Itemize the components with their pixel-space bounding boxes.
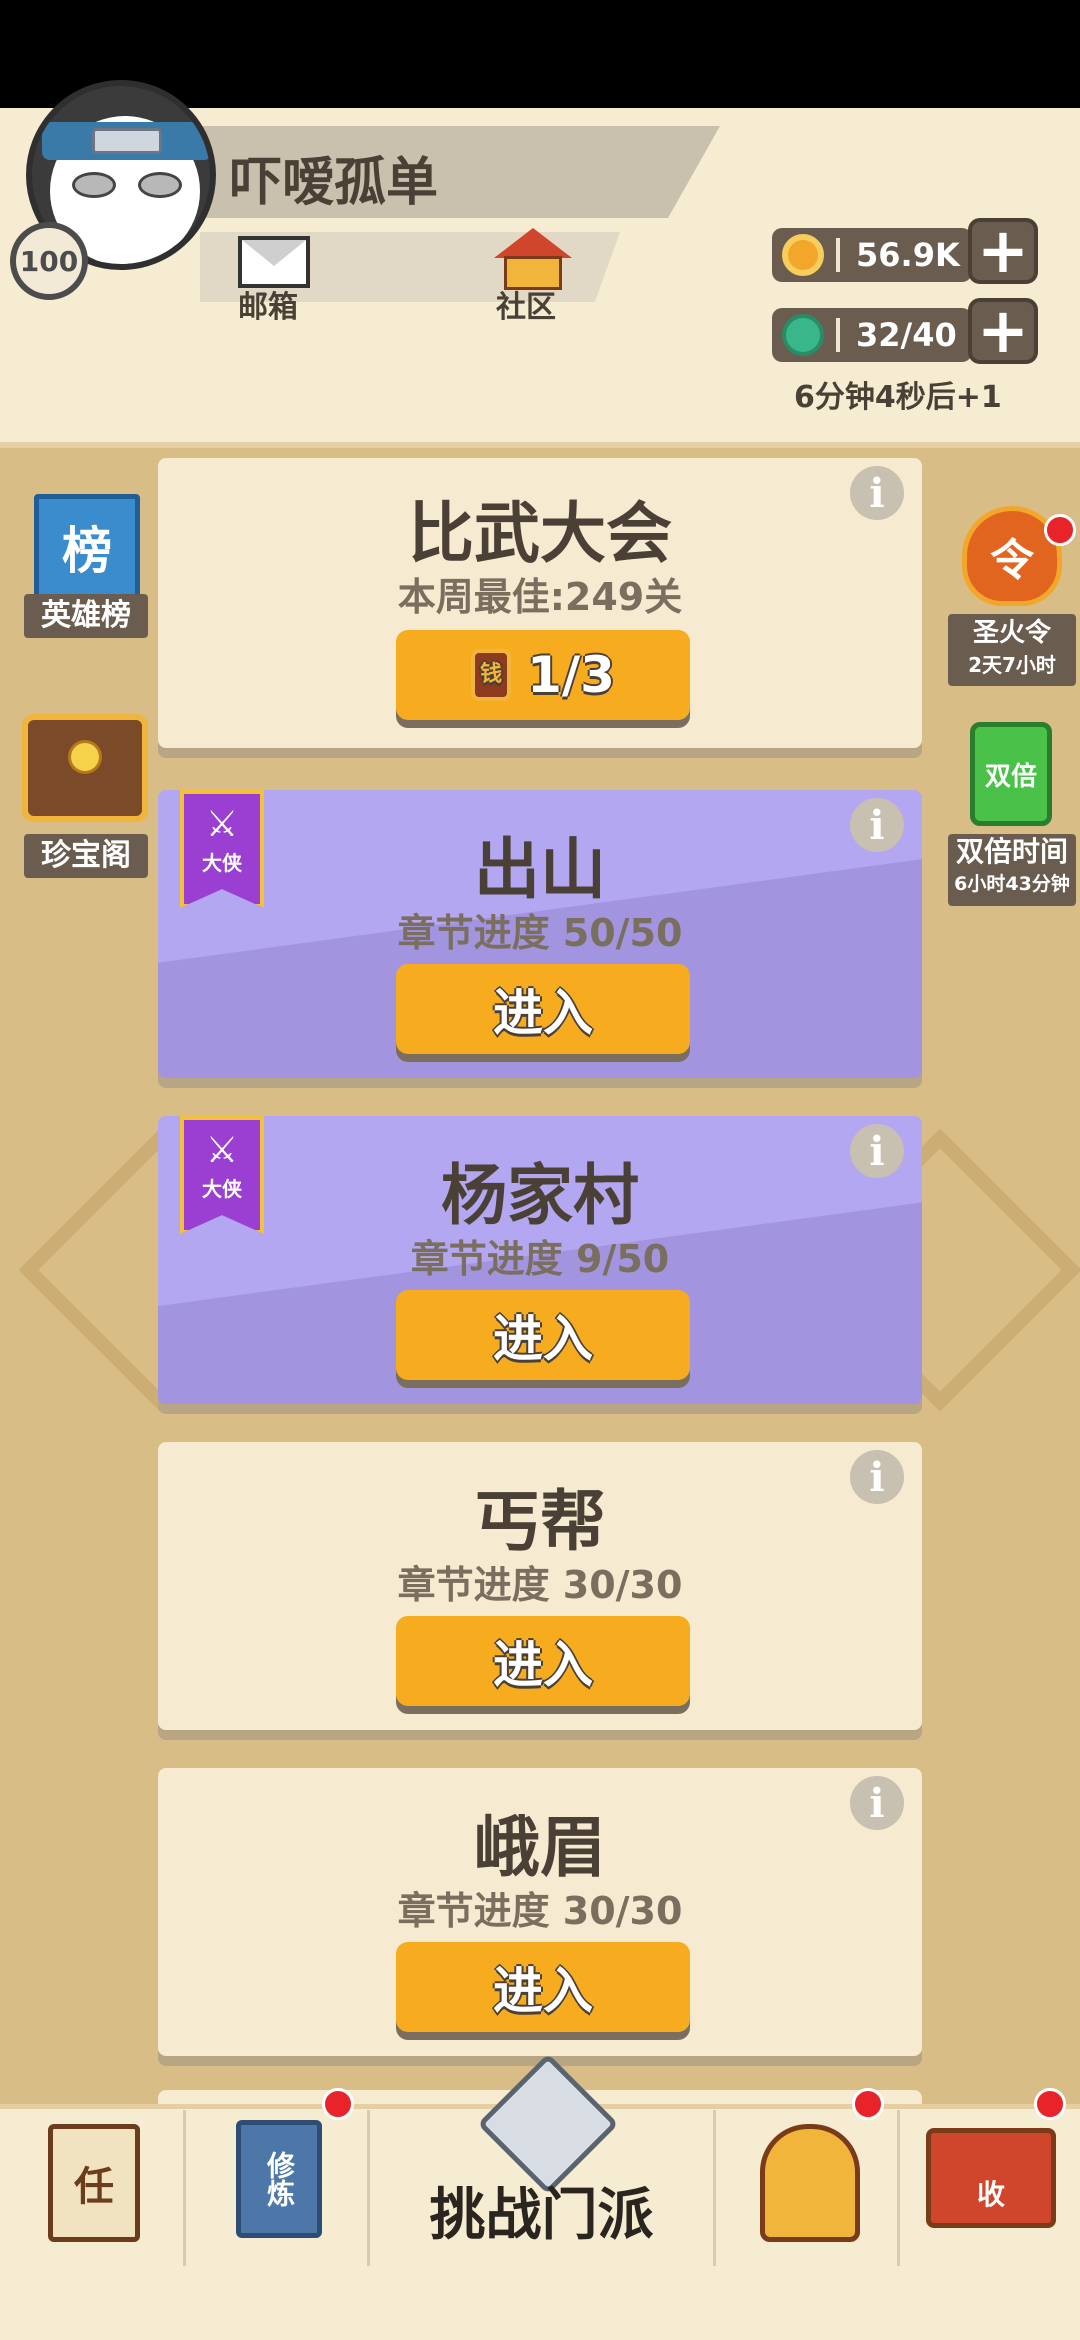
leaderboard-label[interactable]: 英雄榜 [24,594,148,638]
card-subtitle: 章节进度 30/30 [397,1563,683,1607]
fire-token-time: 2天7小时 [968,653,1056,677]
double-time-icon[interactable]: 双倍 [970,722,1052,826]
card-title: 丐帮 [474,1483,606,1560]
card-title: 出山 [474,831,606,908]
helmet-icon [760,2124,860,2242]
regen-timer: 6分钟4秒后+1 [794,380,1002,415]
gold-counter: 56.9K [772,228,972,282]
notification-dot [1044,514,1076,546]
community-roof [494,228,572,258]
card-title: 杨家村 [441,1157,639,1234]
avatar-eye-right [138,172,182,198]
nav-equipment[interactable] [716,2110,900,2266]
training-book-icon: 修炼 [236,2120,322,2238]
bottom-nav: 任 修炼 挑战门派 收 [0,2053,1080,2266]
player-name: 吓嗳孤单 [230,153,439,213]
notification-dot [852,2088,884,2120]
add-gold-button[interactable]: + [968,218,1038,284]
treasure-chest-icon[interactable] [22,714,148,822]
coin-icon [782,234,824,276]
enter-button[interactable]: 进入 [396,964,690,1054]
arena-attempts-button[interactable]: 钱 1/3 [396,630,690,720]
chapter-card: ⚔ 大侠 i 出山 章节进度 50/50 进入 [158,790,922,1078]
fire-token-label-box[interactable]: 圣火令 2天7小时 [948,614,1076,686]
token-icon: 钱 [471,649,512,701]
gem-counter: 32/40 [772,308,972,362]
fire-token-label: 圣火令 [972,618,1051,648]
card-title: 比武大会 [408,495,672,572]
mail-label[interactable]: 邮箱 [238,282,298,326]
community-label[interactable]: 社区 [496,282,556,326]
double-time-remaining: 6小时43分钟 [954,873,1070,895]
shop-stall-icon: 收 [926,2128,1056,2228]
double-time-label: 双倍时间 [955,835,1068,868]
arena-card: i 比武大会 本周最佳:249关 钱 1/3 [158,458,922,748]
card-title: 峨眉 [474,1809,606,1886]
treasure-label[interactable]: 珍宝阁 [24,834,148,878]
nav-challenge-sect[interactable]: 挑战门派 [370,2053,716,2266]
card-subtitle: 本周最佳:249关 [397,575,683,619]
mail-icon[interactable] [238,236,310,288]
card-subtitle: 章节进度 50/50 [397,911,683,955]
avatar-eye-left [72,172,116,198]
chapter-card: ⚔ 大侠 i 杨家村 章节进度 9/50 进入 [158,1116,922,1404]
separator [836,318,840,352]
attempts-count: 1/3 [527,646,615,704]
nav-training[interactable]: 修炼 [186,2110,370,2266]
leaderboard-icon[interactable]: 榜 [34,494,140,600]
headband-plate [92,128,162,154]
enter-button[interactable]: 进入 [396,1290,690,1380]
gem-icon [782,314,824,356]
gem-amount: 32/40 [856,316,957,354]
chapter-card: i 丐帮 章节进度 30/30 进入 [158,1442,922,1730]
enter-button[interactable]: 进入 [396,1616,690,1706]
player-level-badge: 100 [10,222,88,300]
gold-amount: 56.9K [856,236,960,274]
card-subtitle: 章节进度 9/50 [410,1237,670,1281]
separator [836,238,840,272]
chapter-card: i 峨眉 章节进度 30/30 进入 [158,1768,922,2056]
task-scroll-icon: 任 [48,2124,140,2242]
double-time-label-box[interactable]: 双倍时间 6小时43分钟 [948,834,1076,906]
enter-button[interactable]: 进入 [396,1942,690,2032]
star-icon [68,740,102,774]
nav-tasks[interactable]: 任 [0,2110,186,2266]
add-gem-button[interactable]: + [968,298,1038,364]
notification-dot [322,2088,354,2120]
notification-dot [1034,2088,1066,2120]
nav-shop[interactable]: 收 [900,2110,1080,2266]
nav-challenge-label: 挑战门派 [429,2183,654,2248]
card-subtitle: 章节进度 30/30 [397,1889,683,1933]
